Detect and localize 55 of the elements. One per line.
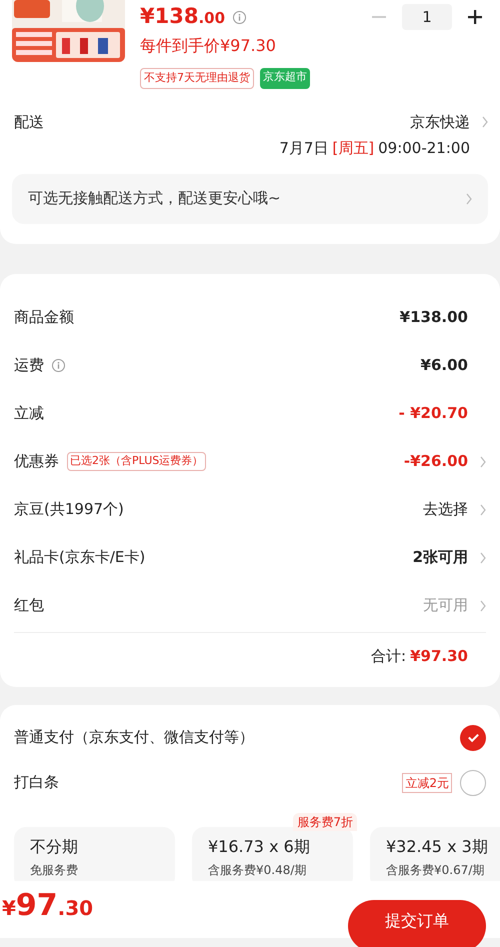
chevron-right-icon xyxy=(480,456,486,468)
installment-subtitle: 含服务费¥0.67/期 xyxy=(386,862,486,880)
check-icon xyxy=(466,731,480,744)
row-label: 京豆(共1997个) xyxy=(14,499,124,520)
notice-text: 可选无接触配送方式，配送更安心哦~ xyxy=(28,188,281,210)
row-value: ¥138.00 xyxy=(400,307,468,328)
plus-icon[interactable] xyxy=(468,10,482,24)
total-label: 合计: xyxy=(371,646,406,666)
radio-button[interactable] xyxy=(460,724,486,751)
quantity-field[interactable]: 1 xyxy=(402,4,452,30)
row-label: 优惠券 xyxy=(14,451,59,472)
payment-method[interactable]: 打白条 xyxy=(14,771,59,794)
installment-option[interactable]: ¥32.45 x 3期 含服务费¥0.67/期 xyxy=(370,827,500,881)
installment-title: ¥16.73 x 6期 xyxy=(208,836,311,858)
product-tag: 不支持7天无理由退货 xyxy=(140,68,254,88)
row-label: 红包 xyxy=(14,595,44,616)
fee-badge: 服务费7折 xyxy=(293,813,357,832)
footer-price: ¥97.30 xyxy=(2,887,94,925)
row-label: 商品金额 xyxy=(14,307,74,328)
installment-subtitle: 免服务费 xyxy=(30,862,79,880)
row-label: 礼品卡(京东卡/E卡) xyxy=(14,547,146,568)
product-tag: 京东超市 xyxy=(260,68,310,88)
delivery-label: 配送 xyxy=(14,112,44,132)
delivery-method[interactable]: 京东快递 xyxy=(410,110,470,133)
info-icon[interactable] xyxy=(233,10,246,24)
product-price: ¥138.00 xyxy=(140,3,226,30)
delivery-weekday: [周五] xyxy=(332,138,374,159)
delivery-date: 7月7日 xyxy=(279,138,328,159)
delivery-notice[interactable]: 可选无接触配送方式，配送更安心哦~ xyxy=(12,174,488,224)
payment-method[interactable]: 普通支付（京东支付、微信支付等） xyxy=(14,726,254,749)
discount-tag: 立减2元 xyxy=(402,772,452,793)
chevron-right-icon xyxy=(480,600,486,612)
chevron-right-icon xyxy=(480,552,486,564)
row-label: 运费 xyxy=(14,355,44,376)
row-value: ¥6.00 xyxy=(420,355,468,376)
row-value[interactable]: 去选择 xyxy=(423,498,468,521)
radio-button[interactable] xyxy=(460,770,486,796)
row-value[interactable]: -¥26.00 xyxy=(404,450,468,473)
net-price: 每件到手价¥97.30 xyxy=(140,35,277,57)
installment-option[interactable]: ¥16.73 x 6期 含服务费¥0.48/期 xyxy=(192,827,353,881)
installment-title: 不分期 xyxy=(30,836,79,858)
chevron-right-icon xyxy=(482,116,488,128)
submit-button[interactable]: 提交订单 xyxy=(348,900,486,947)
row-label: 立减 xyxy=(14,403,44,424)
installment-option[interactable]: 不分期 免服务费 xyxy=(14,827,175,881)
row-value[interactable]: 2张可用 xyxy=(412,546,468,569)
total-value: ¥97.30 xyxy=(410,646,468,666)
installment-title: ¥32.45 x 3期 xyxy=(386,836,489,858)
delivery-time: 09:00-21:00 xyxy=(378,138,470,159)
chevron-right-icon xyxy=(466,192,472,204)
coupon-tag: 已选2张（含PLUS运费券） xyxy=(67,452,206,471)
row-value: - ¥20.70 xyxy=(398,403,468,424)
installment-subtitle: 含服务费¥0.48/期 xyxy=(208,862,308,880)
chevron-right-icon xyxy=(480,504,486,516)
info-icon[interactable] xyxy=(52,359,65,372)
